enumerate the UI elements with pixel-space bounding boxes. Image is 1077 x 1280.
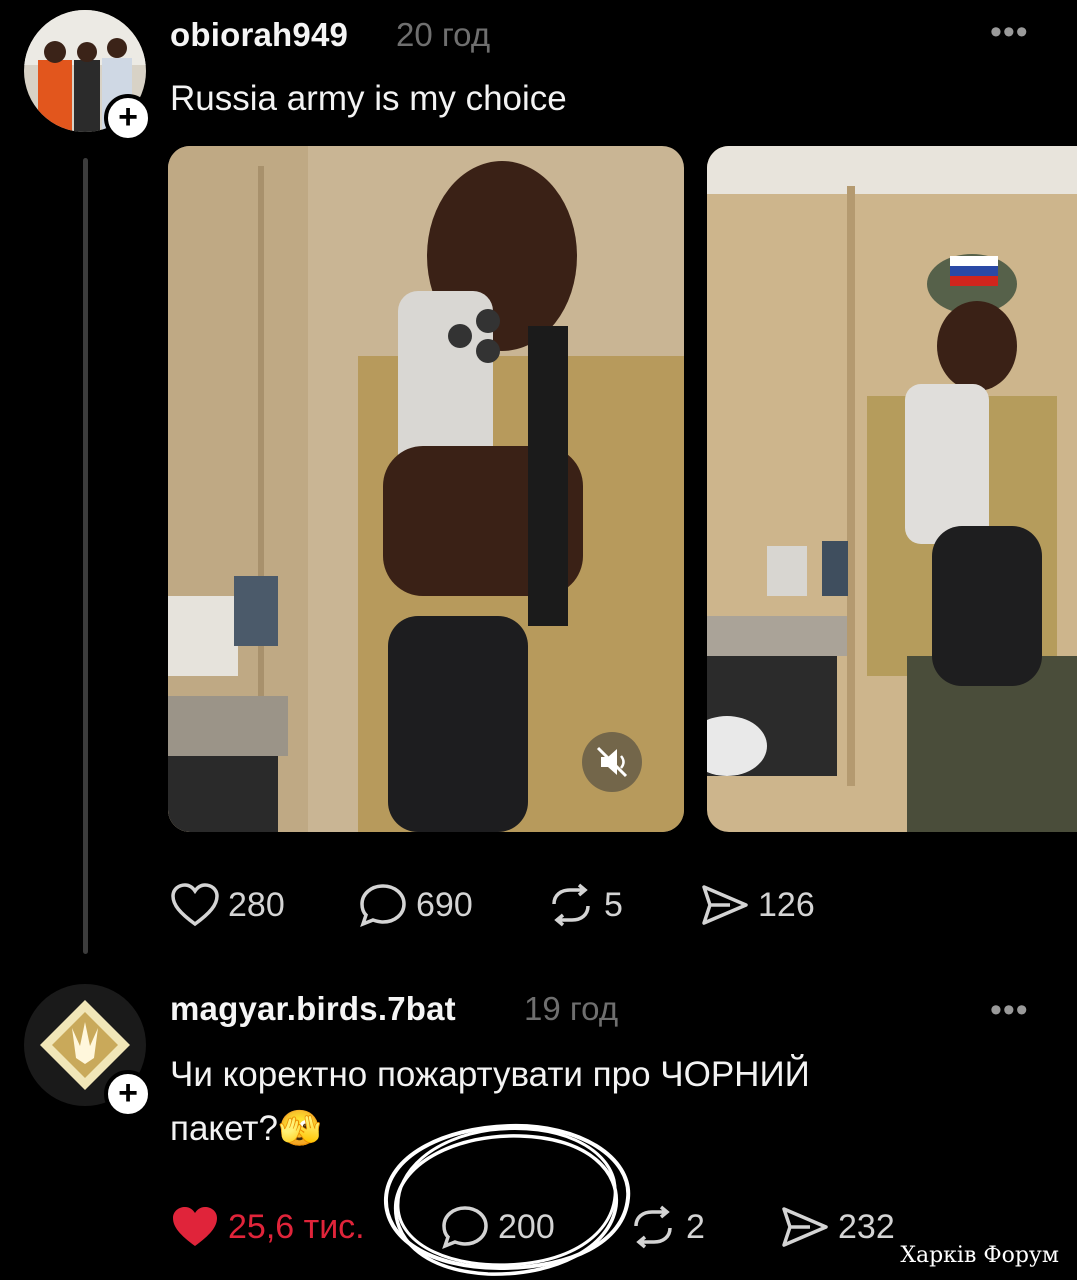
post-text-line-2-text: пакет? bbox=[170, 1109, 278, 1148]
like-button[interactable]: 280 bbox=[170, 882, 285, 928]
peeking-face-emoji: 🫣 bbox=[277, 1109, 322, 1148]
watermark: Харків Форум bbox=[900, 1243, 1059, 1268]
speaker-muted-icon bbox=[596, 746, 628, 778]
like-button[interactable]: 25,6 тис. bbox=[170, 1204, 365, 1250]
post-media-video[interactable] bbox=[168, 146, 684, 832]
mute-toggle-button[interactable] bbox=[582, 732, 642, 792]
post-text: Russia army is my choice bbox=[170, 79, 567, 118]
post-text-line-1: Чи коректно пожартувати про ЧОРНИЙ bbox=[170, 1055, 810, 1094]
selfie-photo-1 bbox=[168, 146, 684, 832]
like-count: 25,6 тис. bbox=[228, 1207, 365, 1246]
repost-count: 5 bbox=[604, 885, 623, 924]
share-count: 126 bbox=[758, 885, 815, 924]
comment-count: 690 bbox=[416, 885, 473, 924]
share-button[interactable]: 126 bbox=[700, 882, 815, 928]
follow-plus-button[interactable]: + bbox=[104, 1070, 152, 1118]
more-options-button[interactable]: ••• bbox=[990, 993, 1029, 1027]
selfie-photo-2 bbox=[707, 146, 1077, 832]
username[interactable]: magyar.birds.7bat bbox=[170, 990, 456, 1028]
send-icon bbox=[702, 885, 748, 925]
share-button[interactable]: 232 bbox=[780, 1204, 895, 1250]
share-count: 232 bbox=[838, 1207, 895, 1246]
scribble-circle-annotation bbox=[383, 1123, 631, 1276]
comment-bubble-icon bbox=[360, 884, 406, 928]
post-obiorah949: + obiorah949 20 год ••• Russia army is m… bbox=[0, 0, 1077, 970]
heart-icon bbox=[171, 883, 219, 927]
username[interactable]: obiorah949 bbox=[170, 16, 348, 54]
follow-plus-button[interactable]: + bbox=[104, 94, 152, 142]
repost-icon bbox=[552, 883, 590, 927]
post-media-photo[interactable] bbox=[707, 146, 1077, 832]
send-icon bbox=[782, 1207, 828, 1247]
more-options-button[interactable]: ••• bbox=[990, 15, 1029, 49]
thread-line bbox=[83, 158, 88, 954]
post-time: 20 год bbox=[396, 16, 491, 53]
comment-button[interactable]: 690 bbox=[358, 882, 473, 928]
heart-filled-icon bbox=[173, 1207, 217, 1246]
repost-count: 2 bbox=[686, 1207, 705, 1246]
post-time: 19 год bbox=[524, 990, 619, 1027]
repost-button[interactable]: 5 bbox=[546, 882, 623, 928]
like-count: 280 bbox=[228, 885, 285, 924]
